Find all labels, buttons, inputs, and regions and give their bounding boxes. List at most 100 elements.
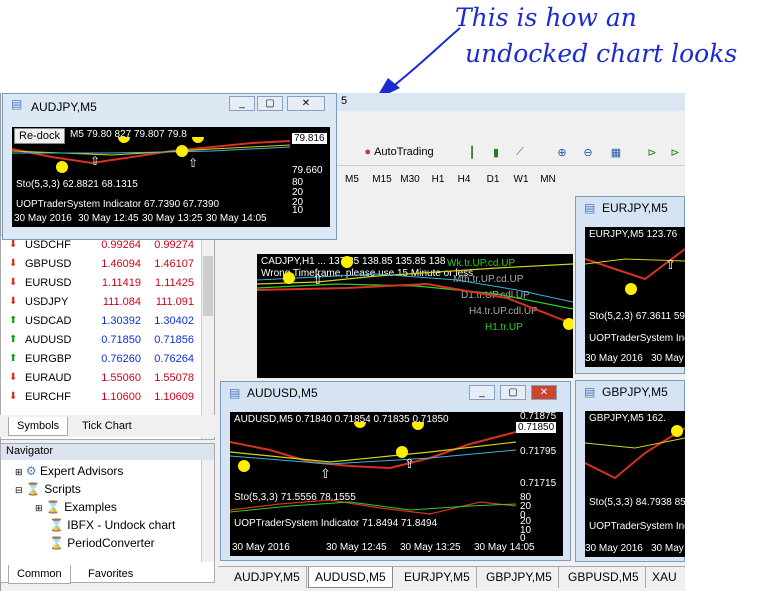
audjpy-chart[interactable]: Re-dock M5 79.80 827 79.807 79.8 79.816 … [12,127,330,227]
timeframe-h1[interactable]: H1 [427,170,449,188]
symbol-name: USDJPY [25,296,69,308]
nav-item-period-converter[interactable]: ⌛ PeriodConverter [49,536,155,552]
gbpjpy-chart[interactable]: GBPJPY,M5 162. Sto(5,3,3) 84.7938 85. UO… [585,411,685,557]
chart-shift-icon[interactable]: ⊳ [641,141,663,163]
bid-price: 0.99264 [101,239,141,251]
chart-window-icon: ▤ [584,385,596,399]
market-watch-scrollbar[interactable] [201,236,214,439]
bid-price: 1.55060 [101,372,141,384]
eurjpy-titlebar[interactable]: ▤ EURJPY,M5 [576,197,684,217]
ask-price: 111.091 [155,296,194,308]
navigator-scrollbar[interactable] [201,460,214,562]
nav-item-undock-chart[interactable]: ⌛ IBFX - Undock chart [49,518,175,534]
cadjpy-chart[interactable]: CADJPY,H1 ... 137.85 138.85 135.85 138 W… [257,254,573,378]
symbol-name: EURAUD [25,372,72,384]
timeframe-w1[interactable]: W1 [510,170,532,188]
chart-window-icon: ▤ [584,201,596,215]
navigator-title: Navigator [1,444,214,460]
market-watch-row[interactable]: ⬇ USDJPY 111.084 111.091 [1,293,201,312]
ask-price: 0.76264 [154,353,194,365]
chart-tab-eurjpy[interactable]: EURJPY,M5 [398,567,477,588]
audusd-uop-label: UOPTraderSystem Indicator 71.8494 71.849… [234,518,438,529]
audjpy-sto-label: Sto(5,3,3) 62.8821 68.1315 [16,179,138,190]
nav-item-examples[interactable]: ⊞ ⌛ Examples [35,500,117,516]
audjpy-date: 30 May 2016 [14,213,72,224]
navigator-panel: Navigator ⊞ ⚙ Expert Advisors ⊟ ⌛ Script… [0,443,215,583]
minimize-button[interactable]: _ [229,96,255,111]
close-button[interactable]: ✕ [531,385,557,400]
audusd-window[interactable]: ▤ AUDUSD,M5 _ ▢ ✕ AUDUSD,M5 0.71840 0.71… [220,381,571,561]
market-watch-row[interactable]: ⬇ EURCHF 1.10600 1.10609 [1,388,201,407]
svg-text:⇧: ⇧ [320,466,331,481]
nav-item-scripts[interactable]: ⊟ ⌛ Scripts [15,482,81,498]
autoscroll-icon[interactable]: ⊳ [665,141,685,163]
zoom-out-icon[interactable]: ⊖ [577,141,599,163]
maximize-button[interactable]: ▢ [500,385,526,400]
down-arrow-icon: ⬇ [9,372,18,383]
ask-price: 1.30402 [154,315,194,327]
audusd-price-label: 0.71875 [520,412,557,422]
ask-price: 1.46107 [154,258,194,270]
menu-bar: 5 [335,93,685,111]
expand-icon[interactable]: ⊞ [35,503,43,513]
chart-tab-xau[interactable]: XAU [646,567,683,588]
chart-tab-audjpy[interactable]: AUDJPY,M5 [228,567,307,588]
candlestick-icon[interactable]: ▮ [485,141,507,163]
expand-icon[interactable]: ⊞ [15,467,23,477]
tab-common[interactable]: Common [8,565,71,584]
nav-item-expert-advisors[interactable]: ⊞ ⚙ Expert Advisors [15,464,123,480]
timeframe-m5[interactable]: M5 [341,170,363,188]
eurjpy-chart[interactable]: EURJPY,M5 123.76 ⇧ Sto(5,2,3) 67.3611 59… [585,227,685,367]
chart-tab-gbpusd[interactable]: GBPUSD,M5 [562,567,646,588]
symbol-name: USDCAD [25,315,72,327]
undocked-audjpy-window[interactable]: ▤ AUDJPY,M5 _ ▢ ✕ Re-dock M5 79.80 827 7… [2,93,337,240]
market-watch-row[interactable]: ⬆ USDCAD 1.30392 1.30402 [1,312,201,331]
market-watch-row[interactable]: ⬇ GBPUSD 1.46094 1.46107 [1,255,201,274]
gbpjpy-titlebar[interactable]: ▤ GBPJPY,M5 [576,381,684,401]
chart-window-icon: ▤ [11,97,23,111]
toolbar: ● AutoTrading ┃ ▮ ⟋ ⊕ ⊖ ▦ ⊳ ⊳ [335,138,685,166]
chart-tab-gbpjpy[interactable]: GBPJPY,M5 [480,567,559,588]
ask-price: 1.11425 [155,277,194,289]
line-chart-icon[interactable]: ⟋ [509,141,531,163]
minimize-button[interactable]: _ [469,385,495,400]
timeframe-h4[interactable]: H4 [453,170,475,188]
timeframe-d1[interactable]: D1 [482,170,504,188]
market-watch-row[interactable]: ⬇ EURAUD 1.55060 1.55078 [1,369,201,388]
tab-favorites[interactable]: Favorites [80,565,141,584]
collapse-icon[interactable]: ⊟ [15,485,23,495]
svg-text:⇧: ⇧ [404,456,415,471]
market-watch-row[interactable]: ⬆ AUDUSD 0.71850 0.71856 [1,331,201,350]
gbpjpy-plot [585,425,685,480]
audusd-chart[interactable]: AUDUSD,M5 0.71840 0.71854 0.71835 0.7185… [230,412,563,556]
tab-symbols[interactable]: Symbols [8,417,69,436]
tab-tick-chart[interactable]: Tick Chart [74,417,140,436]
timeframe-mn[interactable]: MN [537,170,559,188]
zoom-in-icon[interactable]: ⊕ [551,141,573,163]
market-watch-row[interactable]: ⬇ EURUSD 1.11419 1.11425 [1,274,201,293]
autotrading-button[interactable]: ● AutoTrading [353,141,445,163]
ask-price: 1.55078 [154,372,194,384]
audusd-date: 30 May 14:05 [474,542,535,553]
timeframe-m30[interactable]: M30 [397,170,423,188]
tile-windows-icon[interactable]: ▦ [605,141,627,163]
audusd-date: 30 May 13:25 [400,542,461,553]
expert-advisors-icon: ⚙ [25,464,37,478]
close-button[interactable]: ✕ [287,96,325,111]
audusd-plot: ⇧ ⇧ [230,422,516,481]
maximize-button[interactable]: ▢ [257,96,283,111]
script-icon: ⌛ [49,536,64,550]
audjpy-uop-label: UOPTraderSystem Indicator 67.7390 67.739… [16,199,220,210]
autotrading-icon: ● [364,146,372,158]
bid-price: 0.76260 [101,353,141,365]
eurjpy-plot: ⇧ [585,248,685,295]
bar-chart-icon[interactable]: ┃ [461,141,483,163]
chart-tab-audusd[interactable]: AUDUSD,M5 [308,567,393,588]
timeframe-m15[interactable]: M15 [369,170,395,188]
eurjpy-uop-label: UOPTraderSystem Indic [589,333,685,344]
down-arrow-icon: ⬇ [9,277,18,288]
symbol-name: EURCHF [25,391,71,403]
eurjpy-window[interactable]: ▤ EURJPY,M5 EURJPY,M5 123.76 ⇧ Sto(5,2,3… [575,196,685,374]
market-watch-row[interactable]: ⬆ EURGBP 0.76260 0.76264 [1,350,201,369]
gbpjpy-window[interactable]: ▤ GBPJPY,M5 GBPJPY,M5 162. Sto(5,3,3) 84… [575,380,685,562]
